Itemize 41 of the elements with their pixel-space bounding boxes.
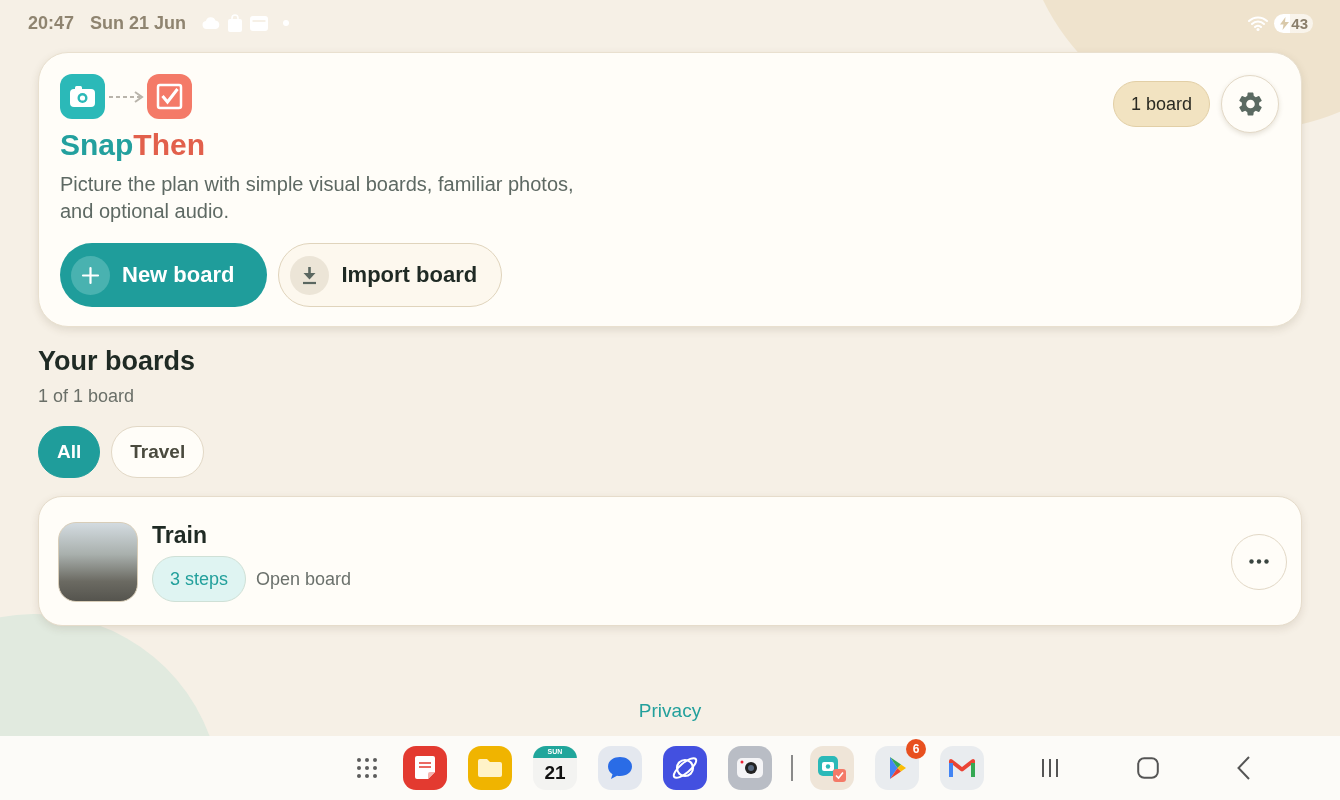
status-date: Sun 21 Jun [90,12,187,34]
play-store-app-icon[interactable] [875,746,919,790]
filter-chip[interactable]: Travel [111,426,205,478]
dot-icon [283,20,290,26]
open-board-label: Open board [256,568,352,590]
plus-icon [71,255,110,295]
settings-button[interactable] [1221,75,1279,133]
download-icon [290,255,330,295]
import-board-button[interactable]: Import board [278,243,503,307]
checkbox-icon [147,74,192,119]
wallet-icon [250,15,269,31]
settings-icon [1238,92,1262,116]
notes-app-icon[interactable] [403,746,447,790]
app-grid-icon[interactable] [356,757,378,779]
wifi-icon [1248,15,1269,31]
calendar-date: 21 [543,761,567,785]
notification-badge: 6 [906,739,926,759]
section-title: Your boards [38,345,196,378]
camera-icon [60,74,105,119]
board-count-badge: 1 board [1112,81,1210,127]
board-card[interactable]: Train 3 steps Open board [38,496,1302,626]
photo-checklist-app-icon[interactable] [810,746,854,790]
board-title: Train [152,521,207,549]
recent-apps-icon[interactable] [1040,758,1060,778]
cloud-icon [202,17,221,29]
more-icon [1249,559,1269,564]
home-icon[interactable] [1137,757,1159,779]
planet-app-icon[interactable] [663,746,707,790]
arrow-icon [108,90,144,103]
app-title: SnapThen [60,127,206,163]
status-time: 20:47 [28,12,75,34]
chat-bubble-app-icon[interactable] [598,746,642,790]
mail-app-icon[interactable] [940,746,984,790]
step-count-badge: 3 steps [152,556,247,602]
battery-percentage: 43 [1291,13,1308,33]
back-icon[interactable] [1237,756,1250,780]
board-count-text: 1 of 1 board [38,385,135,408]
charging-icon [1280,16,1290,30]
camera-app-icon[interactable] [728,746,772,790]
shopping-bag-icon [227,14,244,32]
app-description: Picture the plan with simple visual boards, familiar photos, and optional audio. [60,172,575,224]
